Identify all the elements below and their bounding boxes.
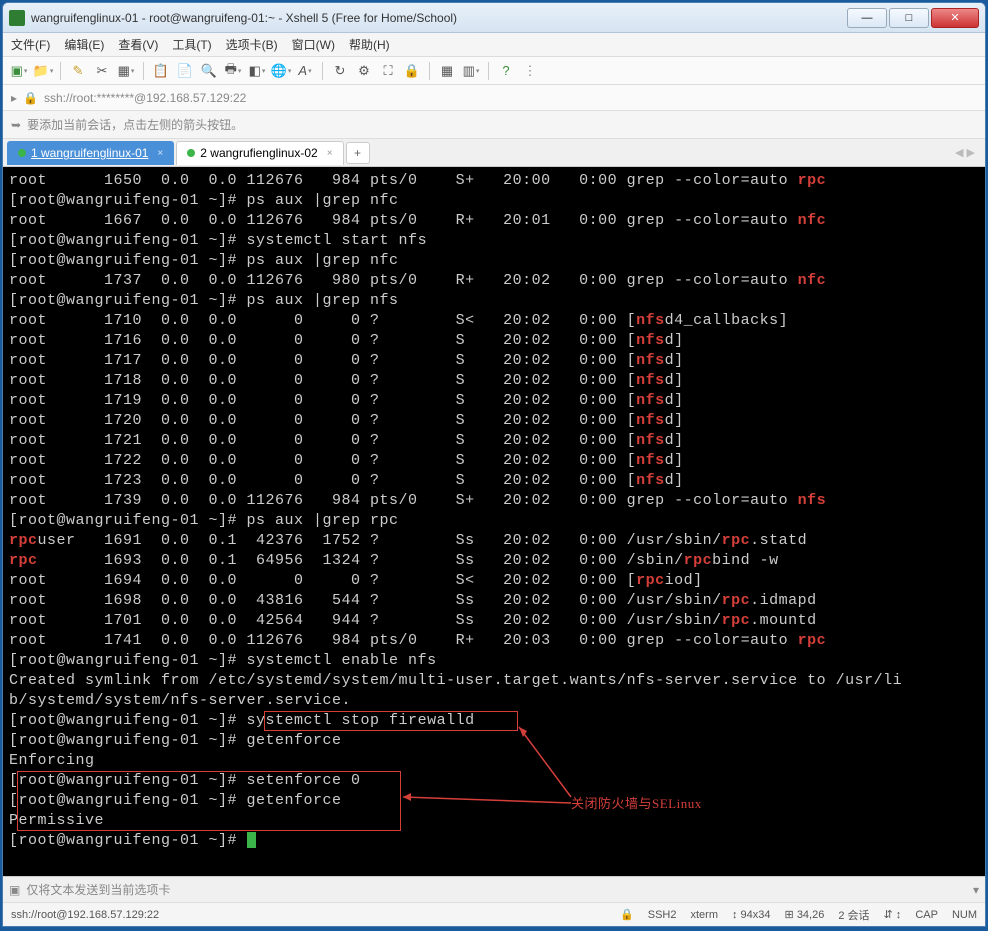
tile-button[interactable]: ▦ bbox=[437, 61, 457, 81]
properties-button[interactable]: ▦ bbox=[116, 61, 136, 81]
address-url[interactable]: ssh://root:********@192.168.57.129:22 bbox=[44, 91, 246, 105]
window-controls: — □ ✕ bbox=[847, 8, 979, 28]
maximize-button[interactable]: □ bbox=[889, 8, 929, 28]
status-protocol: SSH2 bbox=[648, 909, 677, 921]
menu-window[interactable]: 窗口(W) bbox=[292, 36, 335, 53]
sendbar-text: 仅将文本发送到当前选项卡 bbox=[26, 881, 170, 898]
separator bbox=[143, 62, 144, 80]
terminal[interactable]: root 1650 0.0 0.0 112676 984 pts/0 S+ 20… bbox=[3, 167, 985, 876]
status-cap: CAP bbox=[915, 909, 938, 921]
separator bbox=[488, 62, 489, 80]
send-icon[interactable]: ▣ bbox=[9, 883, 20, 897]
toolbar: ▣ 📁 ✎ ✂ ▦ 📋 📄 🔍 🖶 ◧ 🌐 A ↻ ⚙ ⛶ 🔒 ▦ ▥ ? ⋮ bbox=[3, 57, 985, 85]
copy-button[interactable]: 📋 bbox=[151, 61, 171, 81]
close-button[interactable]: ✕ bbox=[931, 8, 979, 28]
log-button[interactable]: ◧ bbox=[247, 61, 267, 81]
status-lock-icon: 🔒 bbox=[620, 908, 634, 921]
hintbar: ➥ 要添加当前会话，点击左侧的箭头按钮。 bbox=[3, 111, 985, 139]
addressbar-toggle-icon[interactable]: ▸ bbox=[11, 91, 17, 105]
menubar: 文件(F) 编辑(E) 查看(V) 工具(T) 选项卡(B) 窗口(W) 帮助(… bbox=[3, 33, 985, 57]
status-connection: ssh://root@192.168.57.129:22 bbox=[11, 909, 159, 921]
tab-2[interactable]: 2 wangrufienglinux-02 × bbox=[176, 141, 343, 165]
status-num: NUM bbox=[952, 909, 977, 921]
layout-button[interactable]: ▥ bbox=[461, 61, 481, 81]
menu-help[interactable]: 帮助(H) bbox=[349, 36, 390, 53]
app-icon bbox=[9, 10, 25, 26]
sendbar-dropdown-icon[interactable]: ▾ bbox=[973, 883, 979, 897]
minimize-button[interactable]: — bbox=[847, 8, 887, 28]
lock-icon: 🔒 bbox=[23, 91, 38, 105]
titlebar: wangruifenglinux-01 - root@wangruifeng-0… bbox=[3, 3, 985, 33]
find-button[interactable]: 🔍 bbox=[199, 61, 219, 81]
status-dot-icon bbox=[18, 149, 26, 157]
menu-tabs[interactable]: 选项卡(B) bbox=[226, 36, 278, 53]
new-session-button[interactable]: ▣ bbox=[9, 61, 29, 81]
tab-nav-arrows[interactable]: ◀ ▶ bbox=[949, 146, 981, 159]
separator bbox=[429, 62, 430, 80]
script-button[interactable]: ⚙ bbox=[354, 61, 374, 81]
hint-text: 要添加当前会话，点击左侧的箭头按钮。 bbox=[27, 116, 243, 133]
menu-file[interactable]: 文件(F) bbox=[11, 36, 50, 53]
status-dot-icon bbox=[187, 149, 195, 157]
status-sessions: 2 会话 bbox=[838, 907, 869, 923]
menu-view[interactable]: 查看(V) bbox=[118, 36, 158, 53]
disconnect-button[interactable]: ✂ bbox=[92, 61, 112, 81]
tab-close-icon[interactable]: × bbox=[327, 148, 333, 159]
status-position: 34,26 bbox=[797, 909, 825, 921]
fullscreen-button[interactable]: ⛶ bbox=[378, 61, 398, 81]
status-size: 94x34 bbox=[741, 909, 771, 921]
tab-close-icon[interactable]: × bbox=[157, 148, 163, 159]
font-button[interactable]: A bbox=[295, 61, 315, 81]
hint-icon[interactable]: ➥ bbox=[11, 118, 21, 132]
encoding-button[interactable]: 🌐 bbox=[271, 61, 291, 81]
toolbar-overflow-button[interactable]: ⋮ bbox=[520, 61, 540, 81]
tabbar: 1 wangruifenglinux-01 × 2 wangrufienglin… bbox=[3, 139, 985, 167]
print-button[interactable]: 🖶 bbox=[223, 61, 243, 81]
separator bbox=[322, 62, 323, 80]
refresh-button[interactable]: ↻ bbox=[330, 61, 350, 81]
reconnect-button[interactable]: ✎ bbox=[68, 61, 88, 81]
statusbar: ssh://root@192.168.57.129:22 🔒 SSH2 xter… bbox=[3, 902, 985, 926]
separator bbox=[60, 62, 61, 80]
app-window: wangruifenglinux-01 - root@wangruifeng-0… bbox=[2, 2, 986, 927]
status-term: xterm bbox=[690, 909, 718, 921]
tab-1[interactable]: 1 wangruifenglinux-01 × bbox=[7, 141, 174, 165]
help-button[interactable]: ? bbox=[496, 61, 516, 81]
menu-edit[interactable]: 编辑(E) bbox=[64, 36, 104, 53]
open-button[interactable]: 📁 bbox=[33, 61, 53, 81]
paste-button[interactable]: 📄 bbox=[175, 61, 195, 81]
window-title: wangruifenglinux-01 - root@wangruifeng-0… bbox=[31, 11, 847, 25]
menu-tools[interactable]: 工具(T) bbox=[172, 36, 211, 53]
tab-1-label: 1 wangruifenglinux-01 bbox=[31, 146, 148, 160]
lock-button[interactable]: 🔒 bbox=[402, 61, 422, 81]
sendbar: ▣ 仅将文本发送到当前选项卡 ▾ bbox=[3, 876, 985, 902]
addressbar: ▸ 🔒 ssh://root:********@192.168.57.129:2… bbox=[3, 85, 985, 111]
tab-2-label: 2 wangrufienglinux-02 bbox=[200, 146, 317, 160]
tab-add-button[interactable]: + bbox=[346, 142, 370, 164]
